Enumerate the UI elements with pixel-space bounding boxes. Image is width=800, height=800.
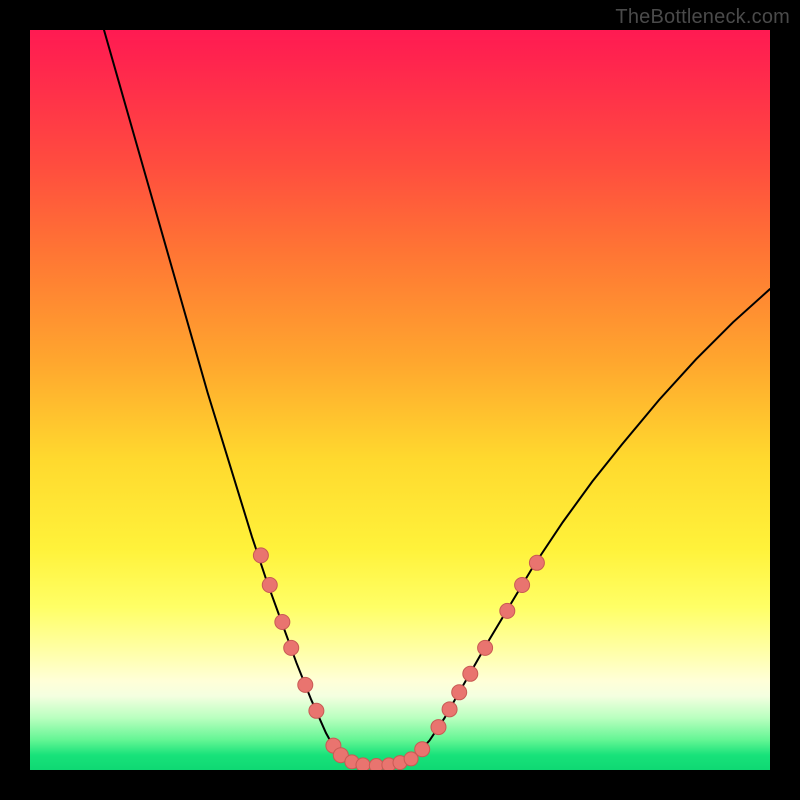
data-marker xyxy=(478,640,493,655)
bottleneck-curve xyxy=(104,30,770,766)
data-marker xyxy=(463,666,478,681)
data-marker xyxy=(309,703,324,718)
data-marker xyxy=(275,615,290,630)
data-marker xyxy=(262,578,277,593)
data-marker xyxy=(529,555,544,570)
data-marker xyxy=(369,759,383,770)
data-marker xyxy=(500,603,515,618)
data-marker xyxy=(452,685,467,700)
chart-overlay xyxy=(30,30,770,770)
data-marker xyxy=(284,640,299,655)
data-marker xyxy=(415,742,430,757)
marker-group xyxy=(253,548,544,770)
data-marker xyxy=(356,758,370,770)
plot-area xyxy=(30,30,770,770)
data-marker xyxy=(253,548,268,563)
data-marker xyxy=(515,578,530,593)
data-marker xyxy=(442,702,457,717)
data-marker xyxy=(431,720,446,735)
watermark-text: TheBottleneck.com xyxy=(615,6,790,29)
data-marker xyxy=(298,677,313,692)
chart-frame: TheBottleneck.com xyxy=(0,0,800,800)
curve-group xyxy=(104,30,770,766)
